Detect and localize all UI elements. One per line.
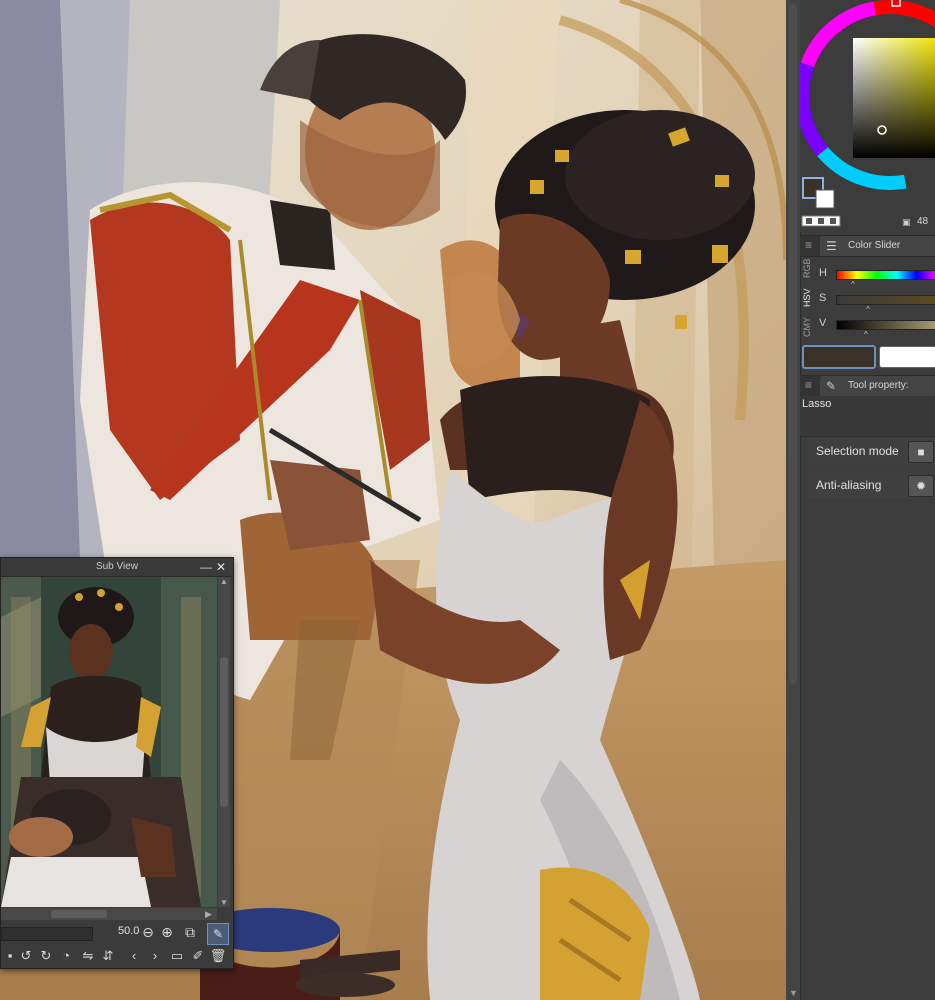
reference-illustration bbox=[1, 577, 217, 907]
scroll-down-icon[interactable]: ▼ bbox=[789, 988, 798, 998]
horizontal-scroll-thumb[interactable] bbox=[51, 910, 107, 918]
rotate-left-icon[interactable]: ↺ bbox=[17, 947, 35, 965]
next-image-icon[interactable]: › bbox=[146, 947, 164, 965]
trash-icon[interactable]: 🗑 bbox=[209, 947, 227, 965]
tool-property-header: ≡ ✎ Tool property: Lasso bbox=[800, 375, 935, 411]
flip-horizontal-icon[interactable]: ⇋ bbox=[79, 947, 97, 965]
anti-aliasing-row[interactable]: Anti-aliasing ✹ bbox=[808, 472, 935, 498]
vertical-scroll-thumb[interactable] bbox=[220, 657, 228, 807]
tool-name: Lasso bbox=[802, 398, 832, 410]
panel-scrollbar-thumb[interactable] bbox=[789, 4, 797, 684]
color-wheel-panel bbox=[795, 0, 935, 232]
value-bar[interactable] bbox=[836, 320, 935, 330]
saturation-bar[interactable] bbox=[836, 295, 935, 305]
fit-view-icon[interactable]: ⧉ bbox=[181, 923, 199, 941]
sub-view-title[interactable]: Sub View bbox=[1, 558, 233, 577]
lasso-tool-icon: ✎ bbox=[826, 379, 837, 393]
sub-view-horizontal-scrollbar[interactable]: ▶ bbox=[1, 908, 217, 920]
main-color-swatch[interactable] bbox=[802, 345, 876, 369]
tab-tool-property[interactable]: ✎ Tool property: Lasso bbox=[820, 376, 935, 411]
hue-bar[interactable] bbox=[836, 270, 935, 280]
sub-view-toolbar: ▪ ↺ ↻ ◔ ⇋ ⇵ ‹ › ▭ ✐ 🗑 bbox=[1, 945, 233, 967]
hue-label: H bbox=[819, 267, 827, 279]
sub-view-window: Sub View — ✕ ▲ ▼ ▶ 50.0 ⊖ ⊕ ⧉ ✎ ▪ ↺ ↻ ◔ … bbox=[0, 557, 234, 969]
zoom-slider[interactable] bbox=[1, 927, 93, 941]
value-caret-icon[interactable]: ^ bbox=[864, 331, 868, 339]
sub-color-swatch[interactable] bbox=[879, 346, 935, 368]
zoom-value: 50.0 bbox=[118, 925, 140, 937]
previous-image-icon[interactable]: ‹ bbox=[125, 947, 143, 965]
scroll-up-icon[interactable]: ▲ bbox=[220, 577, 228, 586]
pixel-count: 48 bbox=[917, 216, 929, 227]
hue-caret-icon[interactable]: ^ bbox=[851, 281, 855, 289]
hue-slider[interactable]: H ^ bbox=[800, 264, 935, 289]
menu-icon[interactable]: ≡ bbox=[805, 378, 812, 392]
saturation-label: S bbox=[819, 292, 827, 304]
menu-icon[interactable]: ≡ bbox=[805, 238, 812, 252]
color-wheel[interactable] bbox=[795, 0, 935, 232]
save-icon: ▣ bbox=[902, 217, 911, 227]
color-slider-tab-label: Color Slider bbox=[848, 240, 901, 251]
zoom-out-icon[interactable]: ⊖ bbox=[139, 923, 157, 941]
saturation-slider[interactable]: S ^ bbox=[800, 289, 935, 314]
close-icon[interactable]: ✕ bbox=[216, 558, 226, 576]
selection-mode-row[interactable]: Selection mode ■ bbox=[808, 438, 935, 464]
edit-icon[interactable]: ✐ bbox=[189, 947, 207, 965]
tab-color-slider[interactable]: ☰ Color Slider bbox=[820, 236, 935, 256]
value-slider[interactable]: V ^ bbox=[800, 314, 935, 339]
panel-scrollbar[interactable]: ▼ bbox=[786, 0, 801, 1000]
open-folder-icon[interactable]: ▭ bbox=[168, 947, 186, 965]
square-icon[interactable]: ■ bbox=[908, 441, 934, 463]
color-slider-icon: ☰ bbox=[826, 239, 837, 253]
rotate-right-icon[interactable]: ↻ bbox=[37, 947, 55, 965]
minimize-icon[interactable]: — bbox=[200, 558, 212, 576]
flip-vertical-icon[interactable]: ⇵ bbox=[99, 947, 117, 965]
eyedropper-icon[interactable]: ✎ bbox=[207, 923, 229, 945]
saturation-caret-icon[interactable]: ^ bbox=[866, 306, 870, 314]
selection-mode-label: Selection mode bbox=[816, 444, 899, 458]
scroll-right-icon[interactable]: ▶ bbox=[205, 908, 212, 920]
reset-rotation-icon[interactable]: ◔ bbox=[57, 947, 75, 965]
value-label: V bbox=[819, 317, 827, 329]
reference-image[interactable] bbox=[1, 577, 217, 907]
sub-view-vertical-scrollbar[interactable]: ▲ ▼ bbox=[218, 577, 230, 907]
zoom-in-icon[interactable]: ⊕ bbox=[158, 923, 176, 941]
color-slider-header: ≡ ☰ Color Slider bbox=[800, 235, 935, 257]
scroll-down-icon[interactable]: ▼ bbox=[220, 898, 228, 907]
gear-icon[interactable]: ✹ bbox=[908, 475, 934, 497]
anti-aliasing-label: Anti-aliasing bbox=[816, 478, 882, 492]
zoom-controls: 50.0 ⊖ ⊕ ⧉ ✎ bbox=[1, 922, 233, 945]
